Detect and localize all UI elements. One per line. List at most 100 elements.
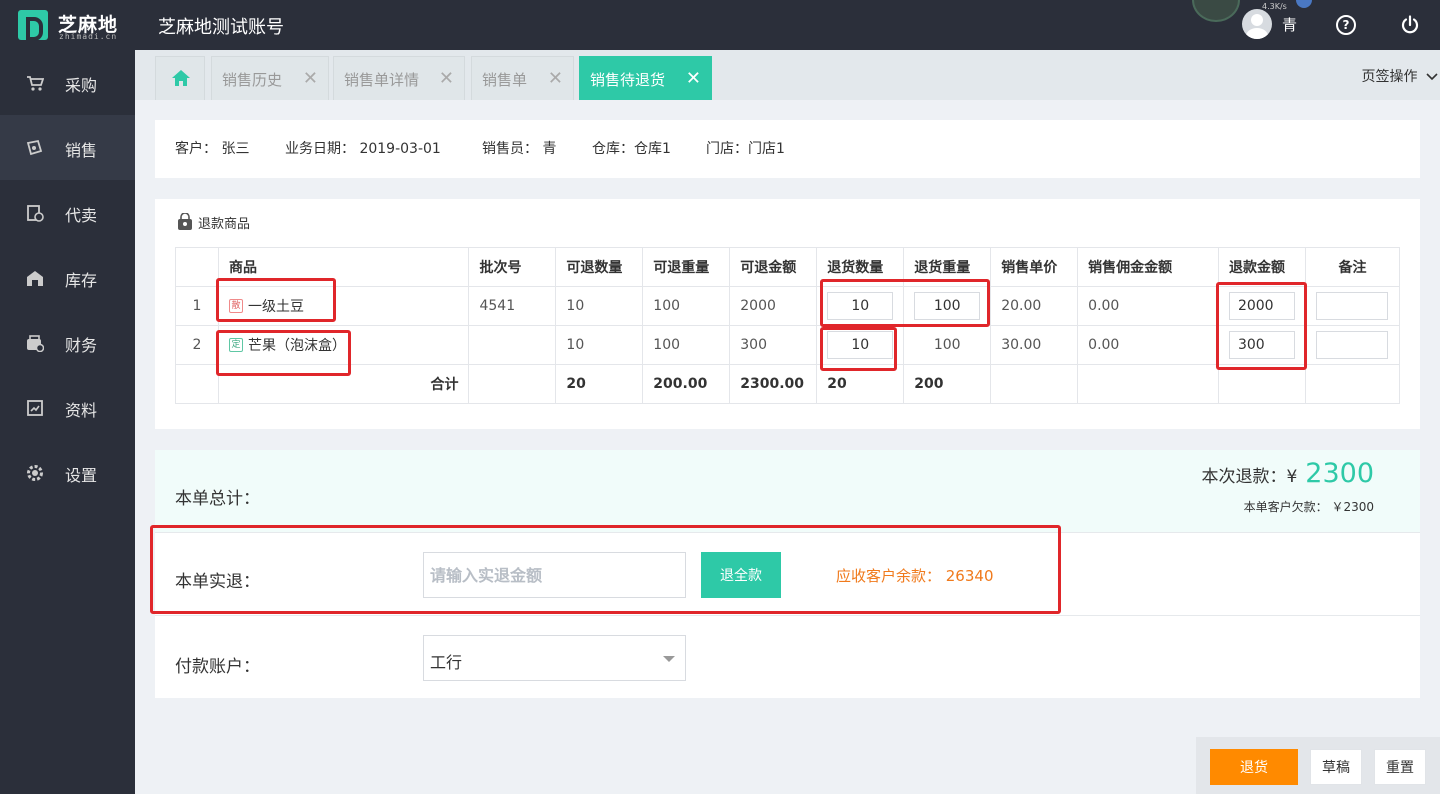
sidebar-item-purchase[interactable]: 采购 — [0, 50, 135, 115]
order-summary-panel: 本单总计： 本次退款：¥ 2300 本单客户欠款： ￥2300 — [155, 450, 1420, 532]
tab-sales-order[interactable]: 销售单 ✕ — [471, 56, 574, 100]
table-row: 1 散一级土豆 4541 10 100 2000 20.00 0.00 — [175, 286, 1401, 326]
remark-input[interactable] — [1315, 331, 1388, 359]
return-qty-input[interactable] — [827, 292, 894, 320]
goods-name: 一级土豆 — [247, 299, 304, 315]
tab-home[interactable] — [155, 56, 205, 100]
customer-owed: 本单客户欠款： ￥2300 — [1243, 500, 1374, 514]
refund-total-label: 本次退款：¥ — [1201, 467, 1298, 487]
close-icon[interactable]: ✕ — [303, 68, 318, 89]
table-header-row: 商品 批次号 可退数量 可退重量 可退金额 退货数量 退货重量 销售单价 销售佣… — [175, 247, 1401, 287]
top-bar: 芝麻地 zhimadi.cn 芝麻地测试账号 4.3K/s 青 ? — [0, 0, 1440, 50]
action-bar: 退货 草稿 重置 — [1196, 737, 1440, 794]
tab-sales-detail[interactable]: 销售单详情 ✕ — [333, 56, 465, 100]
help-icon[interactable]: ? — [1336, 15, 1356, 35]
payment-account-value: 工行 — [430, 653, 463, 672]
avatar[interactable] — [1242, 9, 1272, 39]
chevron-down-icon — [1426, 73, 1438, 81]
refund-goods-table: 商品 批次号 可退数量 可退重量 可退金额 退货数量 退货重量 销售单价 销售佣… — [175, 247, 1401, 404]
column-header: 备注 — [1304, 247, 1401, 287]
network-speed: 4.3K/s — [1262, 2, 1287, 11]
tab-operations-label: 页签操作 — [1361, 69, 1418, 85]
refund-amount-input[interactable] — [1228, 331, 1295, 359]
tab-operations-menu[interactable]: 页签操作 — [1362, 66, 1438, 86]
unit-price-cell: 30.00 — [990, 325, 1079, 365]
refund-total: 本次退款：¥ 2300 — [1201, 458, 1374, 489]
refund-amount-input[interactable] — [1228, 292, 1295, 320]
sidebar-item-label: 库存 — [65, 271, 98, 290]
column-header: 可退金额 — [729, 247, 818, 287]
column-header: 批次号 — [468, 247, 557, 287]
logo-mark-icon — [18, 10, 48, 41]
close-icon[interactable]: ✕ — [439, 68, 454, 89]
total-available-amount: 2300.00 — [729, 364, 818, 404]
column-header: 销售佣金金额 — [1077, 247, 1219, 287]
actual-refund-label: 本单实退： — [175, 572, 260, 592]
actual-refund-panel: 本单实退： 退全款 应收客户余款： 26340 — [155, 532, 1420, 615]
actual-refund-input[interactable] — [423, 552, 686, 598]
sidebar-item-finance[interactable]: 财务 — [0, 310, 135, 375]
commission-cell: 0.00 — [1077, 325, 1219, 365]
remark-input[interactable] — [1315, 292, 1388, 320]
warehouse-icon — [27, 271, 43, 286]
draft-button[interactable]: 草稿 — [1310, 749, 1362, 785]
cart-icon — [27, 76, 44, 91]
fixed-badge-icon: 定 — [228, 338, 243, 352]
refund-full-button[interactable]: 退全款 — [701, 552, 781, 598]
tab-sales-pending-return[interactable]: 销售待退货 ✕ — [579, 56, 712, 100]
refund-amount-cell — [1217, 325, 1306, 365]
payment-account-label: 付款账户： — [175, 657, 260, 677]
gear-icon — [27, 465, 43, 481]
return-weight-input[interactable] — [914, 292, 981, 320]
available-weight-cell: 100 — [642, 286, 731, 326]
column-header: 可退重量 — [642, 247, 731, 287]
return-weight-cell — [903, 286, 992, 326]
power-icon[interactable] — [1400, 15, 1420, 35]
sidebar-item-inventory[interactable]: 库存 — [0, 245, 135, 310]
goods-name-cell: 定芒果（泡沫盒） — [217, 325, 470, 365]
column-header: 商品 — [217, 247, 470, 287]
finance-icon — [27, 335, 44, 352]
payment-account-select[interactable]: 工行 — [423, 635, 686, 681]
column-header: 退货重量 — [903, 247, 992, 287]
return-qty-input[interactable] — [827, 331, 894, 359]
logo-subtext: zhimadi.cn — [59, 32, 118, 41]
sidebar-item-label: 代卖 — [65, 206, 98, 225]
sidebar-item-label: 销售 — [65, 141, 98, 160]
receivable-balance: 应收客户余款： 26340 — [836, 567, 994, 585]
column-header: 退款金额 — [1217, 247, 1306, 287]
column-header: 退货数量 — [816, 247, 905, 287]
goods-name: 芒果（泡沫盒） — [247, 338, 346, 354]
sidebar-item-profile[interactable]: 资料 — [0, 375, 135, 440]
goods-name-cell: 散一级土豆 — [217, 286, 470, 326]
tab-label: 销售历史 — [222, 71, 283, 89]
business-date-info: 业务日期： 2019-03-01 — [285, 141, 441, 157]
sidebar-item-sales[interactable]: 销售 — [0, 115, 135, 180]
profile-icon — [27, 400, 43, 416]
sidebar-item-label: 设置 — [65, 466, 98, 485]
warehouse-info: 仓库：仓库1 — [592, 141, 671, 157]
reset-button[interactable]: 重置 — [1374, 749, 1426, 785]
caret-down-icon — [663, 656, 675, 662]
sidebar-item-consign[interactable]: 代卖 — [0, 180, 135, 245]
batch-cell — [468, 325, 557, 365]
sidebar: 采购 销售 代卖 库存 财务 资料 设置 — [0, 50, 135, 794]
available-qty-cell: 10 — [555, 325, 644, 365]
logo[interactable]: 芝麻地 zhimadi.cn — [18, 10, 128, 42]
sidebar-item-label: 资料 — [65, 401, 98, 420]
total-empty-cell — [1077, 364, 1219, 404]
tab-label: 销售单 — [482, 71, 528, 89]
return-button[interactable]: 退货 — [1210, 749, 1298, 785]
total-label: 合计 — [217, 364, 470, 404]
unit-price-cell: 20.00 — [990, 286, 1079, 326]
tab-sales-history[interactable]: 销售历史 ✕ — [211, 56, 329, 100]
sidebar-item-settings[interactable]: 设置 — [0, 440, 135, 505]
network-widget — [1192, 0, 1240, 22]
total-available-weight: 200.00 — [642, 364, 731, 404]
close-icon[interactable]: ✕ — [686, 68, 701, 89]
return-weight-cell: 100 — [903, 325, 992, 365]
sidebar-item-label: 财务 — [65, 336, 98, 355]
available-qty-cell: 10 — [555, 286, 644, 326]
user-name[interactable]: 青 — [1282, 14, 1297, 35]
close-icon[interactable]: ✕ — [548, 68, 563, 89]
